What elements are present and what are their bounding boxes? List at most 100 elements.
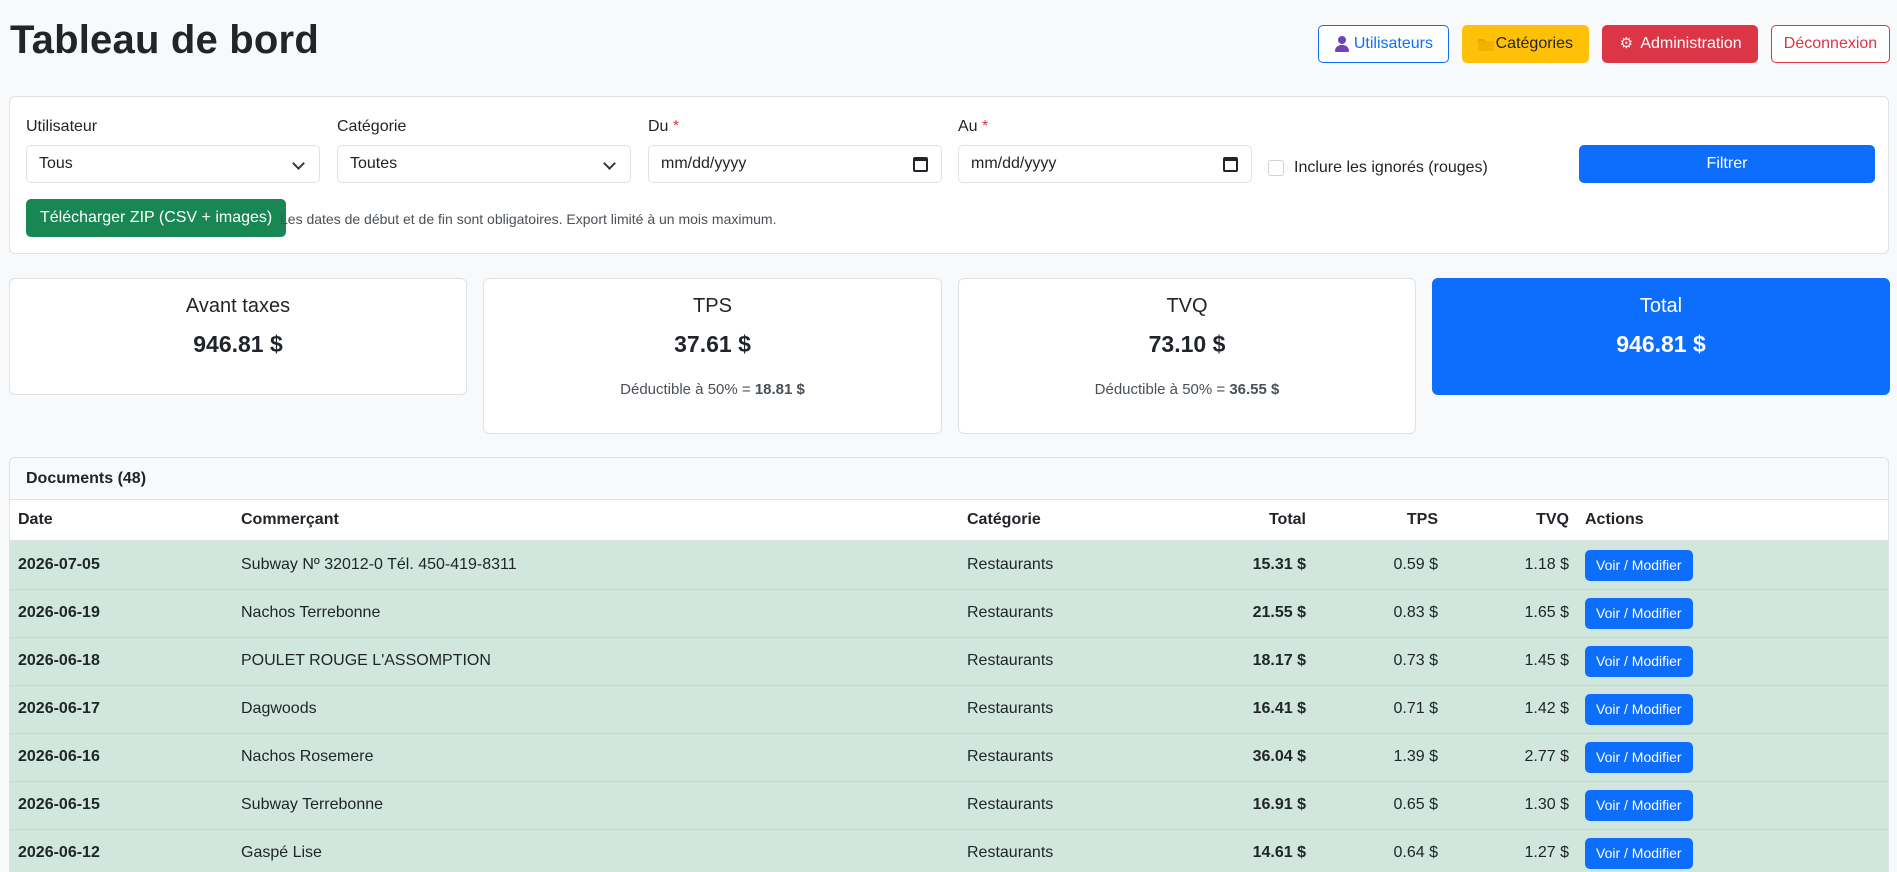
tps-card: TPS 37.61 $ Déductible à 50% = 18.81 $ bbox=[483, 278, 942, 434]
column-header-merchant[interactable]: Commerçant bbox=[241, 500, 967, 542]
row-merchant: POULET ROUGE L'ASSOMPTION bbox=[241, 637, 967, 686]
tps-note-prefix: Déductible à 50% = bbox=[620, 381, 755, 398]
column-header-category[interactable]: Catégorie bbox=[967, 500, 1167, 542]
include-ignored-checkbox[interactable] bbox=[1268, 160, 1284, 176]
row-date: 2026-07-05 bbox=[10, 541, 241, 590]
row-category: Restaurants bbox=[967, 637, 1167, 686]
row-total: 14.61 $ bbox=[1167, 829, 1306, 872]
users-button[interactable]: Utilisateurs bbox=[1318, 25, 1449, 63]
row-merchant: Subway Terrebonne bbox=[241, 781, 967, 830]
row-date: 2026-06-15 bbox=[10, 781, 241, 830]
row-date: 2026-06-17 bbox=[10, 685, 241, 734]
tps-title: TPS bbox=[693, 295, 732, 317]
total-card: Total 946.81 $ bbox=[1432, 278, 1890, 395]
row-category: Restaurants bbox=[967, 781, 1167, 830]
from-date-input[interactable]: mm/dd/yyyy bbox=[648, 145, 942, 183]
to-date-label-text: Au bbox=[958, 118, 978, 135]
category-select[interactable]: Toutes bbox=[337, 145, 631, 183]
view-edit-button[interactable]: Voir / Modifier bbox=[1585, 597, 1693, 629]
page-title: Tableau de bord bbox=[10, 18, 319, 62]
user-select[interactable]: Tous bbox=[26, 145, 320, 183]
row-tvq: 1.27 $ bbox=[1438, 829, 1569, 872]
tvq-card: TVQ 73.10 $ Déductible à 50% = 36.55 $ bbox=[958, 278, 1416, 434]
row-tvq: 1.30 $ bbox=[1438, 781, 1569, 830]
table-row: 2026-06-19 Nachos Terrebonne Restaurants… bbox=[10, 589, 1888, 638]
column-header-actions: Actions bbox=[1569, 500, 1888, 542]
row-merchant: Gaspé Lise bbox=[241, 829, 967, 872]
row-tps: 0.65 $ bbox=[1306, 781, 1438, 830]
filter-panel: Utilisateur Tous Catégorie Toutes Du * m… bbox=[9, 96, 1889, 254]
include-ignored-label: Inclure les ignorés (rouges) bbox=[1294, 159, 1488, 176]
tps-note-value: 18.81 $ bbox=[754, 381, 805, 398]
row-tps: 0.73 $ bbox=[1306, 637, 1438, 686]
view-edit-button[interactable]: Voir / Modifier bbox=[1585, 693, 1693, 725]
required-mark: * bbox=[672, 118, 680, 135]
row-tps: 0.59 $ bbox=[1306, 541, 1438, 590]
filter-button[interactable]: Filtrer bbox=[1579, 145, 1875, 183]
chevron-down-icon bbox=[292, 157, 305, 170]
download-zip-button[interactable]: Télécharger ZIP (CSV + images) bbox=[26, 199, 287, 237]
calendar-icon[interactable] bbox=[913, 157, 928, 172]
tps-value: 37.61 $ bbox=[674, 331, 751, 357]
view-edit-button[interactable]: Voir / Modifier bbox=[1585, 645, 1693, 677]
table-row: 2026-07-05 Subway Nº 32012-0 Tél. 450-41… bbox=[10, 541, 1888, 590]
row-tps: 0.83 $ bbox=[1306, 589, 1438, 638]
to-date-input[interactable]: mm/dd/yyyy bbox=[958, 145, 1252, 183]
view-edit-button[interactable]: Voir / Modifier bbox=[1585, 549, 1693, 581]
row-actions: Voir / Modifier bbox=[1569, 829, 1888, 872]
row-actions: Voir / Modifier bbox=[1569, 541, 1888, 590]
row-total: 16.91 $ bbox=[1167, 781, 1306, 830]
administration-button[interactable]: ⚙ Administration bbox=[1602, 25, 1758, 63]
row-date: 2026-06-12 bbox=[10, 829, 241, 872]
row-total: 21.55 $ bbox=[1167, 589, 1306, 638]
from-date-label: Du * bbox=[648, 118, 679, 136]
user-filter-label: Utilisateur bbox=[26, 118, 98, 135]
row-actions: Voir / Modifier bbox=[1569, 781, 1888, 830]
logout-button[interactable]: Déconnexion bbox=[1771, 25, 1890, 63]
page-header: Tableau de bord Utilisateurs Catégories … bbox=[10, 0, 1890, 86]
required-mark: * bbox=[982, 118, 989, 135]
row-tvq: 1.18 $ bbox=[1438, 541, 1569, 590]
row-actions: Voir / Modifier bbox=[1569, 637, 1888, 686]
categories-button[interactable]: Catégories bbox=[1462, 25, 1589, 63]
row-total: 18.17 $ bbox=[1167, 637, 1306, 686]
total-title: Total bbox=[1639, 295, 1683, 317]
chevron-down-icon bbox=[603, 157, 616, 170]
column-header-tps[interactable]: TPS bbox=[1306, 500, 1438, 542]
view-edit-button[interactable]: Voir / Modifier bbox=[1585, 837, 1693, 869]
row-merchant: Nachos Rosemere bbox=[241, 733, 967, 782]
include-ignored-option[interactable]: Inclure les ignorés (rouges) bbox=[1268, 159, 1488, 177]
column-header-total[interactable]: Total bbox=[1167, 500, 1306, 542]
row-actions: Voir / Modifier bbox=[1569, 733, 1888, 782]
row-category: Restaurants bbox=[967, 733, 1167, 782]
column-header-date[interactable]: Date bbox=[10, 500, 241, 542]
folder-icon bbox=[1478, 36, 1494, 52]
documents-panel: Documents (48) Date Commerçant Catégorie… bbox=[9, 457, 1889, 872]
column-header-tvq[interactable]: TVQ bbox=[1438, 500, 1569, 542]
row-category: Restaurants bbox=[967, 541, 1167, 590]
tvq-value: 73.10 $ bbox=[1148, 331, 1226, 357]
tvq-deductible-note: Déductible à 50% = 36.55 $ bbox=[959, 381, 1415, 398]
view-edit-button[interactable]: Voir / Modifier bbox=[1585, 741, 1693, 773]
users-button-label: Utilisateurs bbox=[1353, 35, 1433, 52]
table-row: 2026-06-16 Nachos Rosemere Restaurants 3… bbox=[10, 733, 1888, 782]
calendar-icon[interactable] bbox=[1223, 157, 1238, 172]
row-total: 15.31 $ bbox=[1167, 541, 1306, 590]
from-date-value: mm/dd/yyyy bbox=[661, 155, 747, 172]
table-row: 2026-06-15 Subway Terrebonne Restaurants… bbox=[10, 781, 1888, 830]
row-tps: 1.39 $ bbox=[1306, 733, 1438, 782]
category-filter-label: Catégorie bbox=[337, 118, 407, 135]
category-select-value: Toutes bbox=[350, 155, 398, 172]
header-nav: Utilisateurs Catégories ⚙ Administration… bbox=[1318, 25, 1890, 63]
tvq-note-value: 36.55 $ bbox=[1229, 381, 1280, 398]
from-date-label-text: Du bbox=[648, 118, 669, 135]
row-actions: Voir / Modifier bbox=[1569, 685, 1888, 734]
view-edit-button[interactable]: Voir / Modifier bbox=[1585, 789, 1693, 821]
row-category: Restaurants bbox=[967, 589, 1167, 638]
documents-title: Documents (48) bbox=[10, 458, 1888, 500]
row-tvq: 1.65 $ bbox=[1438, 589, 1569, 638]
user-icon bbox=[1334, 36, 1349, 52]
row-date: 2026-06-16 bbox=[10, 733, 241, 782]
row-total: 36.04 $ bbox=[1167, 733, 1306, 782]
administration-button-label: Administration bbox=[1640, 35, 1742, 52]
